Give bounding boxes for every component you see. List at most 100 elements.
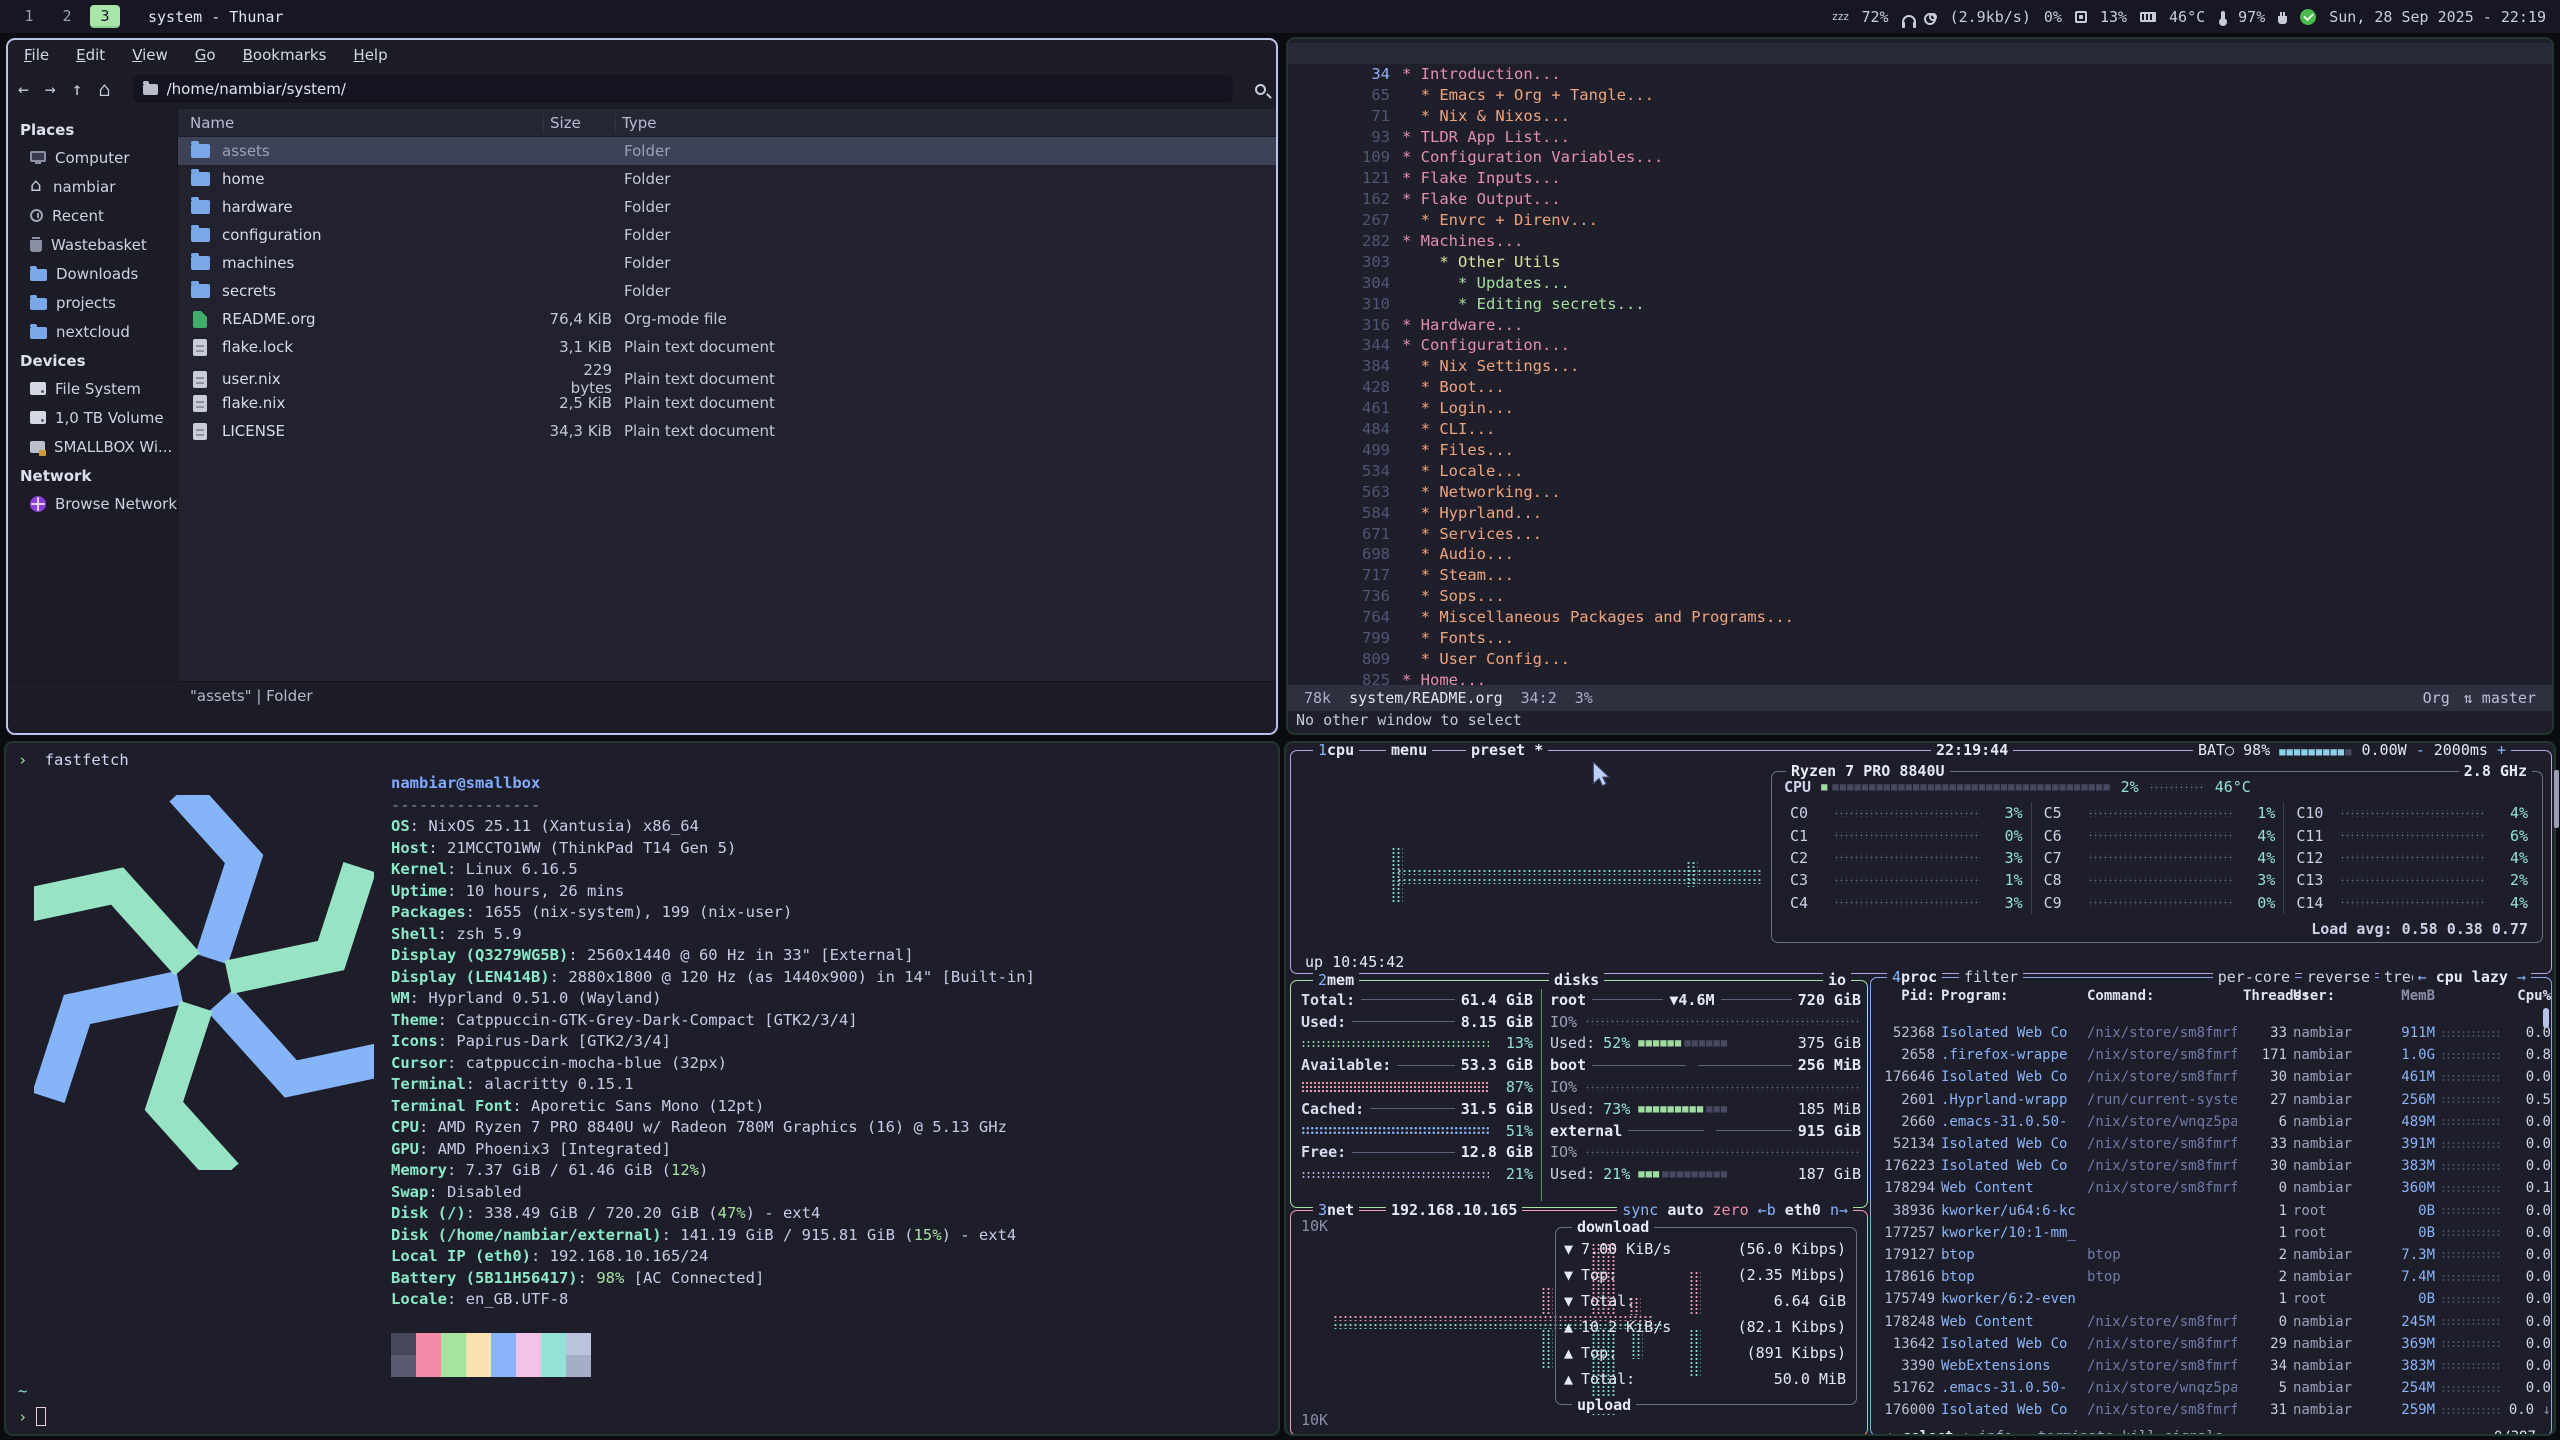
mem-tab[interactable]: 2mem [1313,971,1359,989]
back-button[interactable]: ← [18,79,29,100]
workspace-button[interactable]: 2 [52,5,82,28]
file-row[interactable]: user.nix 229 bytes Plain text document [178,361,1276,389]
process-row[interactable]: 2601 .Hyprland-wrapp /run/current-system… [1871,1089,2551,1111]
file-row[interactable]: flake.lock 3,1 KiB Plain text document [178,333,1276,361]
emacs-window[interactable]: 34* Introduction... 65 * Emacs + Org + T… [1286,37,2554,735]
sidebar-item[interactable]: ⌂ nambiar [8,172,177,201]
net-sync-button[interactable]: sync [1622,1201,1658,1219]
per-core-button[interactable]: per-core [2213,968,2295,986]
col-program[interactable]: Program: [1941,988,2081,1020]
sidebar-item[interactable]: Downloads [8,259,177,288]
terminate-key[interactable]: terminate [2038,1429,2114,1436]
net-auto-button[interactable]: auto [1667,1201,1703,1219]
sidebar-item[interactable]: Browse Network [8,489,177,518]
col-pid[interactable]: Pid: [1879,988,1935,1020]
search-icon[interactable] [1255,84,1266,95]
sidebar-item[interactable]: Recent [8,201,177,230]
process-row[interactable]: 178616 btop btop 2 nambiar 7.4M 0.0 [1871,1266,2551,1288]
cpu-tab[interactable]: 1cpu [1313,741,1359,759]
file-row[interactable]: configuration Folder [178,221,1276,249]
process-row[interactable]: 13642 Isolated Web Co /nix/store/sm8fmrf… [1871,1333,2551,1355]
file-row[interactable]: machines Folder [178,249,1276,277]
process-row[interactable]: 51762 .emacs-31.0.50- /nix/store/wnqz5pa… [1871,1377,2551,1399]
filter-button[interactable]: filter [1959,968,2023,986]
column-header-name[interactable]: Name [178,113,544,133]
sort-selector[interactable]: ← cpu lazy → [2413,968,2531,986]
sidebar-item[interactable]: SMALLBOX Wi... [8,432,177,461]
line-number: 584 [1344,503,1390,524]
process-row[interactable]: 52368 Isolated Web Co /nix/store/sm8fmrf… [1871,1022,2551,1044]
idle-inhibit-icon[interactable]: zzz [1832,10,1849,23]
kill-key[interactable]: kill [2122,1429,2156,1436]
preset-tab[interactable]: preset * [1466,741,1548,759]
process-row[interactable]: 179127 btop btop 2 nambiar 7.3M 0.0 [1871,1244,2551,1266]
process-row[interactable]: 3390 WebExtensions /nix/store/sm8fmrf3wp… [1871,1355,2551,1377]
process-row[interactable]: 176646 Isolated Web Co /nix/store/sm8fmr… [1871,1066,2551,1088]
file-row[interactable]: flake.nix 2,5 KiB Plain text document [178,389,1276,417]
process-row[interactable]: 52134 Isolated Web Co /nix/store/sm8fmrf… [1871,1133,2551,1155]
col-user[interactable]: User: [2293,988,2367,1020]
column-header-type[interactable]: Type [616,113,1276,133]
menu-item[interactable]: Edit [76,46,105,64]
process-row[interactable]: 2660 .emacs-31.0.50- /nix/store/wnqz5pa8… [1871,1111,2551,1133]
sidebar-item[interactable]: Wastebasket [8,230,177,259]
process-row[interactable]: 178294 Web Content /nix/store/sm8fmrf3wp… [1871,1177,2551,1199]
proc-scrollbar-thumb[interactable] [2543,1008,2549,1028]
interval-minus[interactable]: - [2416,741,2425,759]
process-row[interactable]: 177257 kworker/10:1-mm_ 1 root 0B 0.0 [1871,1222,2551,1244]
clock[interactable]: Sun, 28 Sep 2025 - 22:19 [2329,8,2546,26]
sidebar-item[interactable]: 1,0 TB Volume [8,403,177,432]
workspace-button[interactable]: 3 [90,5,120,28]
process-row[interactable]: 178248 Web Content /nix/store/sm8fmrf3wp… [1871,1310,2551,1332]
file-row[interactable]: assets Folder [178,137,1276,165]
file-row[interactable]: hardware Folder [178,193,1276,221]
thunar-window[interactable]: File Edit View Go Bookmarks Help ← → ↑ ⌂ /hom… [6,38,1278,735]
menu-item[interactable]: Go [195,46,216,64]
col-command[interactable]: Command: [2087,988,2237,1020]
sidebar-item[interactable]: Computer [8,143,177,172]
io-tab[interactable]: io [1823,971,1851,989]
cpu-core-box: Ryzen 7 PRO 8840U 2.8 GHz CPU ■■■■■■■■■■… [1771,771,2543,943]
col-threads[interactable]: Threads: [2243,988,2287,1020]
signals-key[interactable]: signals [2164,1429,2223,1436]
fastfetch-terminal[interactable]: › fastfetch nambiar@smallbox -----------… [4,741,1280,1436]
shell-prompt-empty[interactable]: › [18,1407,46,1426]
menu-item[interactable]: Help [353,46,387,64]
menu-item[interactable]: Bookmarks [243,46,327,64]
sidebar-item[interactable]: projects [8,288,177,317]
workspace-button[interactable]: 1 [14,5,44,28]
reverse-button[interactable]: reverse [2302,968,2375,986]
file-row[interactable]: LICENSE 34,3 KiB Plain text document [178,417,1276,445]
process-row[interactable]: 176223 Isolated Web Co /nix/store/sm8fmr… [1871,1155,2551,1177]
status-ok-icon[interactable] [2300,9,2316,25]
file-row[interactable]: home Folder [178,165,1276,193]
interval-plus[interactable]: + [2497,741,2506,759]
process-row[interactable]: 2658 .firefox-wrappe /nix/store/sm8fmrf3… [1871,1044,2551,1066]
sidebar-item[interactable]: File System [8,374,177,403]
menu-tab[interactable]: menu [1386,741,1432,759]
home-button[interactable]: ⌂ [99,77,111,101]
process-row[interactable]: 175749 kworker/6:2-even 1 root 0B 0.0 [1871,1288,2551,1310]
col-mem[interactable]: MemB [2373,988,2435,1020]
file-row[interactable]: README.org 76,4 KiB Org-mode file [178,305,1276,333]
info-key[interactable]: info ↵ [1979,1429,2030,1436]
net-prev-button[interactable]: ←b [1758,1201,1776,1219]
disks-tab[interactable]: disks [1549,971,1604,989]
process-row[interactable]: 176000 Isolated Web Co /nix/store/sm8fmr… [1871,1399,2551,1421]
org-heading-line[interactable]: 34* Introduction... [1288,43,2552,64]
menu-item[interactable]: File [24,46,49,64]
path-bar[interactable]: /home/nambiar/system/ [133,75,1233,103]
process-row[interactable]: 38936 kworker/u64:6-kc 1 root 0B 0.0 [1871,1200,2551,1222]
btop-terminal[interactable]: 1cpu menu preset * 22:19:44 BAT○ 98% ■■■… [1284,741,2556,1436]
up-button[interactable]: ↑ [72,79,83,100]
screen-edge-scrollbar[interactable] [2554,770,2559,828]
forward-button[interactable]: → [45,79,56,100]
file-row[interactable]: secrets Folder [178,277,1276,305]
net-zero-button[interactable]: zero [1713,1201,1749,1219]
path-text[interactable]: /home/nambiar/system/ [167,80,346,98]
sidebar-item[interactable]: nextcloud [8,317,177,346]
column-header-size[interactable]: Size [544,113,616,133]
net-next-button[interactable]: n→ [1830,1201,1848,1219]
menu-item[interactable]: View [132,46,168,64]
proc-tab[interactable]: 4proc [1887,968,1942,986]
